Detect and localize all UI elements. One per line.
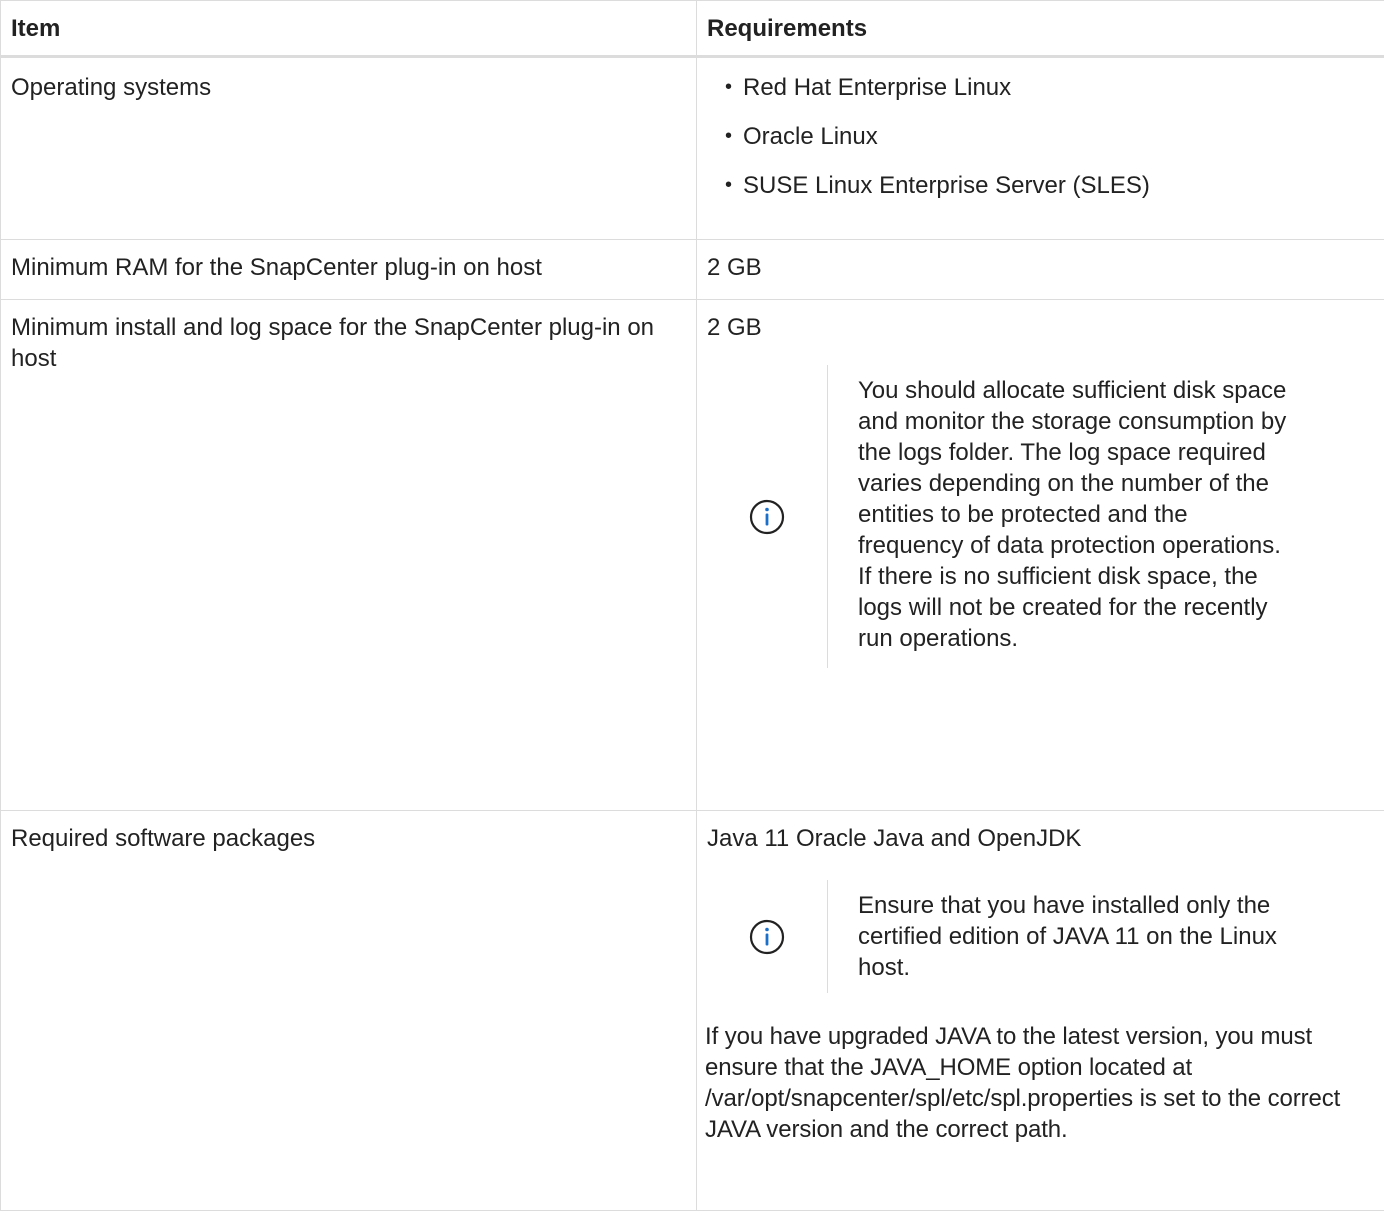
table-row: Minimum RAM for the SnapCenter plug-in o… — [1, 240, 1384, 300]
table-header-row: Item Requirements — [1, 1, 1384, 57]
note-icon-column — [707, 499, 827, 535]
header-item: Item — [1, 1, 697, 57]
header-requirements: Requirements — [697, 1, 1384, 57]
note-text: You should allocate sufficient disk spac… — [827, 365, 1317, 668]
note-text: Ensure that you have installed only the … — [827, 880, 1317, 993]
note-admonition: You should allocate sufficient disk spac… — [707, 365, 1374, 668]
table-row: Operating systems Red Hat Enterprise Lin… — [1, 57, 1384, 240]
packages-value: Java 11 Oracle Java and OpenJDK — [707, 823, 1374, 854]
cell-item-packages: Required software packages — [1, 811, 697, 1211]
list-item: SUSE Linux Enterprise Server (SLES) — [725, 170, 1374, 201]
cell-item-os: Operating systems — [1, 57, 697, 240]
table-row: Minimum install and log space for the Sn… — [1, 300, 1384, 811]
os-list: Red Hat Enterprise Linux Oracle Linux SU… — [707, 72, 1374, 201]
list-item: Oracle Linux — [725, 121, 1374, 152]
cell-requirements-ram: 2 GB — [697, 240, 1384, 300]
note-admonition: Ensure that you have installed only the … — [707, 880, 1374, 993]
cell-requirements-space: 2 GB You should allocate sufficient disk… — [697, 300, 1384, 811]
info-circle-icon — [749, 919, 785, 955]
info-circle-icon — [749, 499, 785, 535]
requirements-table: Item Requirements Operating systems Red … — [0, 0, 1384, 1211]
cell-item-space: Minimum install and log space for the Sn… — [1, 300, 697, 811]
table-row: Required software packages Java 11 Oracl… — [1, 811, 1384, 1211]
cell-requirements-os: Red Hat Enterprise Linux Oracle Linux SU… — [697, 57, 1384, 240]
java-home-note: If you have upgraded JAVA to the latest … — [705, 1021, 1374, 1145]
note-icon-column — [707, 919, 827, 955]
cell-requirements-packages: Java 11 Oracle Java and OpenJDK Ensure t… — [697, 811, 1384, 1211]
cell-item-ram: Minimum RAM for the SnapCenter plug-in o… — [1, 240, 697, 300]
space-value: 2 GB — [707, 312, 1374, 343]
list-item: Red Hat Enterprise Linux — [725, 72, 1374, 103]
